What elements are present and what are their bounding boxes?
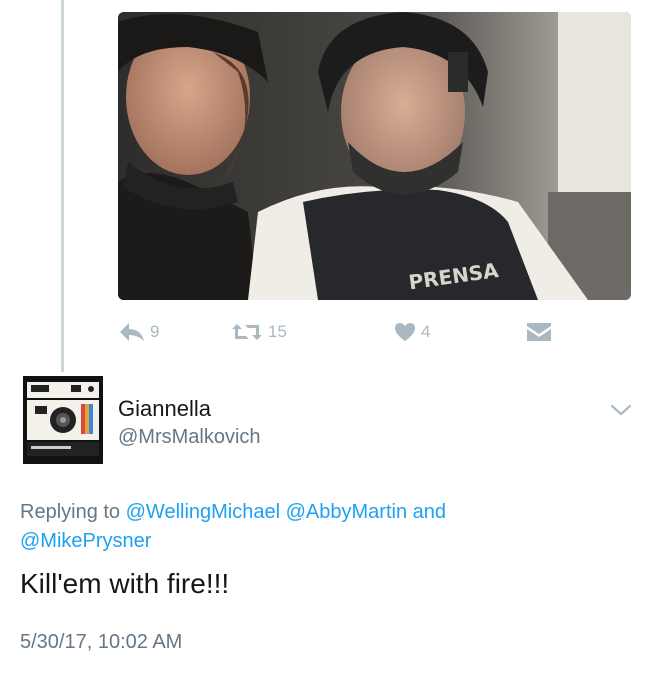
direct-message-icon <box>527 323 551 341</box>
retweet-icon <box>232 324 262 340</box>
mention-link[interactable]: @AbbyMartin <box>286 501 407 523</box>
replying-to-line: Replying to @WellingMichael @AbbyMartin … <box>20 498 580 556</box>
reply-button[interactable]: 9 <box>119 314 159 350</box>
mention-link[interactable]: @WellingMichael <box>126 501 280 523</box>
avatar[interactable] <box>23 376 103 464</box>
reply-icon <box>120 323 144 341</box>
author-handle[interactable]: @MrsMalkovich <box>118 426 261 449</box>
chevron-down-icon[interactable] <box>610 402 632 418</box>
author-display-name[interactable]: Giannella <box>118 396 211 422</box>
retweet-count: 15 <box>268 322 287 341</box>
like-count: 4 <box>421 322 431 341</box>
heart-icon <box>395 323 415 341</box>
replying-prefix: Replying to <box>20 501 121 523</box>
tweet-action-bar: 9 15 4 <box>118 314 631 350</box>
polaroid-camera-icon <box>23 376 103 464</box>
reply-count: 9 <box>150 322 160 341</box>
direct-message-button[interactable] <box>526 314 552 350</box>
tweet-timestamp[interactable]: 5/30/17, 10:02 AM <box>20 631 182 654</box>
like-button[interactable]: 4 <box>394 314 430 350</box>
tweet-media-photo[interactable]: PRENSA <box>118 12 631 300</box>
mention-joiner: and <box>412 501 447 523</box>
mention-link[interactable]: @MikePrysner <box>20 530 151 552</box>
retweet-button[interactable]: 15 <box>231 314 287 350</box>
tweet-text: Kill'em with fire!!! <box>20 568 230 599</box>
thread-connector-line <box>61 0 64 372</box>
